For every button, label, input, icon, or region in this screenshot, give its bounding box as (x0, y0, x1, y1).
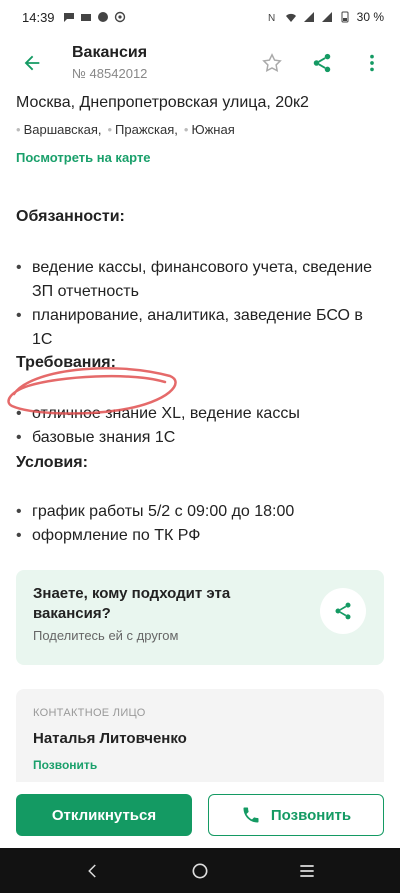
vacancy-content[interactable]: Москва, Днепропетровская улица, 20к2 • Ва… (0, 92, 400, 782)
list-item: оформление по ТК РФ (16, 524, 386, 548)
status-bar: 14:39 N 30 % (0, 0, 400, 34)
app-bar: Вакансия № 48542012 (0, 34, 400, 92)
menu-lines-icon (299, 864, 314, 877)
favorite-button[interactable] (250, 41, 294, 85)
list-item: базовые знания 1С (16, 426, 386, 450)
address: Москва, Днепропетровская улица, 20к2 (16, 94, 309, 111)
contact-person-name: Наталья Литовченко (33, 730, 187, 747)
nfc-icon: N (268, 13, 275, 23)
respond-button-label: Откликнуться (51, 806, 157, 824)
more-button[interactable] (350, 41, 394, 85)
nav-home-button[interactable] (180, 851, 220, 891)
share-with-friend-button[interactable] (320, 588, 366, 634)
page-title: Вакансия (72, 44, 148, 61)
metro-station: • Южная (183, 122, 235, 137)
bottom-action-bar: Откликнуться Позвонить (0, 782, 400, 848)
list-item: планирование, аналитика, заведение БСО в… (16, 304, 386, 352)
list-item: ведение кассы, финансового учета, сведен… (16, 256, 386, 304)
app-icon (97, 12, 108, 22)
nav-recents-button[interactable] (287, 851, 327, 891)
system-nav-bar (0, 848, 400, 893)
call-button[interactable]: Позвонить (208, 794, 384, 836)
share-vacancy-card: Знаете, кому подходит эта вакансия? Поде… (16, 570, 384, 665)
svg-text:N: N (268, 13, 275, 23)
duties-list: ведение кассы, финансового учета, сведен… (16, 256, 386, 352)
requirements-list: отличное знание XL, ведение кассы базовы… (16, 402, 386, 450)
list-item: отличное знание XL, ведение кассы (16, 402, 386, 426)
share-card-heading: Знаете, кому подходит эта вакансия? (33, 585, 231, 622)
battery-icon (341, 11, 349, 23)
share-icon (313, 53, 331, 73)
more-vert-icon (370, 54, 374, 72)
wifi-icon (285, 13, 296, 22)
metro-station: • Пражская, (107, 122, 178, 137)
contact-call-link[interactable]: Позвонить (33, 758, 97, 772)
chat-icon (63, 13, 74, 22)
call-button-label: Позвонить (270, 806, 352, 824)
conditions-list: график работы 5/2 с 09:00 до 18:00 оформ… (16, 500, 386, 548)
share-card-subtext: Поделитесь ей с другом (33, 628, 179, 643)
signal-icon (303, 12, 314, 22)
home-circle-icon (192, 863, 208, 878)
metro-stations: • Варшавская, • Пражская, • Южная (16, 122, 235, 137)
mail-icon (80, 14, 91, 21)
battery-level: 30 % (356, 10, 384, 24)
list-item: график работы 5/2 с 09:00 до 18:00 (16, 500, 386, 524)
share-button[interactable] (300, 41, 344, 85)
nav-back-button[interactable] (73, 851, 113, 891)
contact-person-card: КОНТАКТНОЕ ЛИЦО Наталья Литовченко Позво… (16, 689, 384, 782)
duties-heading: Обязанности: (16, 208, 125, 225)
notification-icons (63, 11, 126, 23)
system-icons: N 30 % (267, 10, 384, 24)
metro-station: • Варшавская, (16, 122, 102, 137)
contact-person-label: КОНТАКТНОЕ ЛИЦО (33, 707, 146, 719)
status-time: 14:39 (22, 9, 55, 25)
show-on-map-link[interactable]: Посмотреть на карте (16, 150, 151, 165)
requirements-heading: Требования: (16, 354, 116, 371)
arrow-back-icon (24, 55, 40, 71)
share-icon (335, 602, 351, 620)
signal-2-icon (321, 12, 332, 22)
title-block: Вакансия № 48542012 (72, 43, 147, 83)
app-bar-actions (250, 41, 394, 85)
at-icon (114, 11, 125, 23)
back-button[interactable] (4, 34, 60, 92)
respond-button[interactable]: Откликнуться (16, 794, 192, 836)
vacancy-number: № 48542012 (72, 66, 148, 81)
conditions-heading: Условия: (16, 454, 88, 471)
chevron-left-icon (88, 863, 97, 878)
star-outline-icon (262, 53, 282, 73)
phone-icon (243, 807, 259, 823)
